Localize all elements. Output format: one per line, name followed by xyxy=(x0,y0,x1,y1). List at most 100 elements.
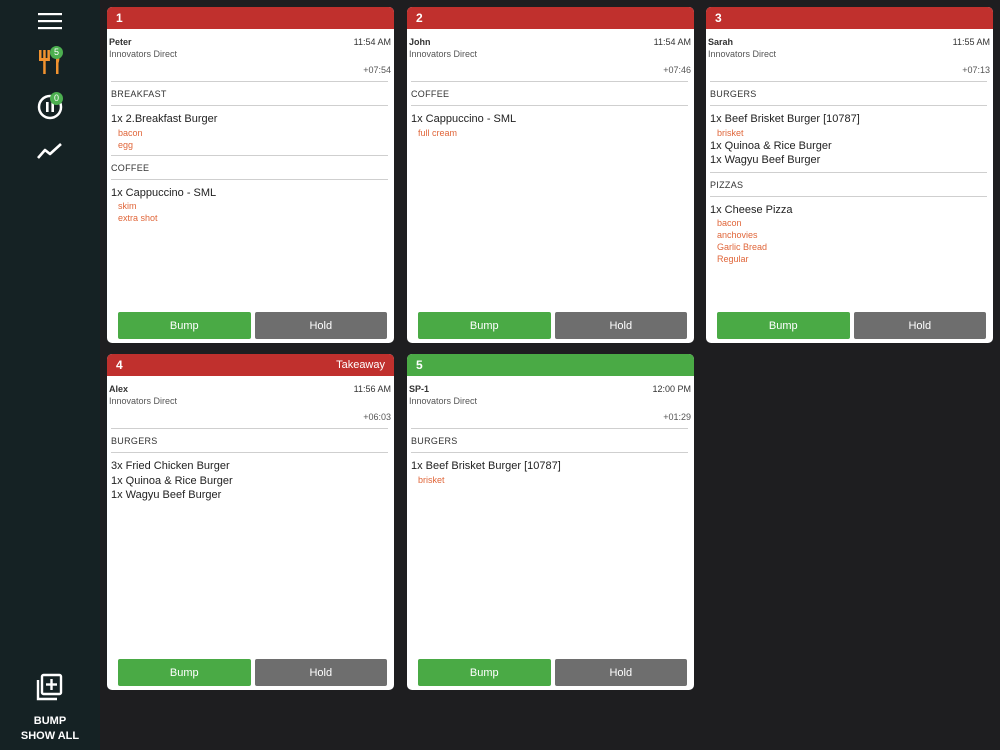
ticket-number: 5 xyxy=(416,358,423,372)
order-item[interactable]: 1x Beef Brisket Burger [10787] xyxy=(710,112,987,127)
ticket-meta: Sarah 11:55 AM Innovators Direct +07:13 xyxy=(706,29,993,81)
order-item[interactable]: 3x Fried Chicken Burger xyxy=(111,459,388,474)
item-list: 3x Fried Chicken Burger 1x Quinoa & Rice … xyxy=(111,453,388,507)
order-item[interactable]: 1x Quinoa & Rice Burger xyxy=(710,139,987,154)
customer-name: SP-1 xyxy=(409,384,430,394)
item-modifier: extra shot xyxy=(118,213,158,223)
section-title: COFFEE xyxy=(411,82,688,106)
hold-button[interactable]: Hold xyxy=(853,312,986,339)
section-title: PIZZAS xyxy=(710,173,987,197)
add-stack-icon xyxy=(36,673,63,701)
ticket-header[interactable]: 1 xyxy=(107,7,394,29)
item-list: 1x Cappuccino - SML full cream xyxy=(411,106,688,143)
company-name: Innovators Direct xyxy=(708,49,777,59)
order-item[interactable]: 1x Cheese Pizza xyxy=(710,203,987,218)
order-item[interactable]: 1x Cappuccino - SML xyxy=(411,112,688,127)
orders-count-badge: 5 xyxy=(50,46,63,59)
show-all-label[interactable]: SHOW ALL xyxy=(0,730,100,742)
elapsed-time: +06:03 xyxy=(363,412,391,422)
order-section: PIZZAS 1x Cheese Pizza bacon anchovies Garli… xyxy=(710,171,987,270)
order-time: 12:00 PM xyxy=(652,384,691,394)
elapsed-time: +01:29 xyxy=(663,412,691,422)
ticket-number: 2 xyxy=(416,11,423,25)
bump-button[interactable]: Bump xyxy=(717,312,850,339)
stats-nav-button[interactable] xyxy=(30,133,70,169)
company-name: Innovators Direct xyxy=(109,396,178,406)
item-modifier: brisket xyxy=(418,474,445,485)
order-section: COFFEE 1x Cappuccino - SML full cream xyxy=(411,81,688,143)
ticket-actions: Bump Hold xyxy=(418,659,687,686)
ticket-body: BREAKFAST 1x 2.Breakfast Burger bacon egg CO… xyxy=(107,81,394,228)
order-section: COFFEE 1x Cappuccino - SML skim extra shot xyxy=(111,154,388,229)
order-type-tag: Takeaway xyxy=(336,359,385,371)
item-modifier: anchovies xyxy=(717,230,758,240)
elapsed-time: +07:13 xyxy=(962,65,990,75)
order-item[interactable]: 1x 2.Breakfast Burger xyxy=(111,112,388,127)
ticket-body: BURGERS 1x Beef Brisket Burger [10787] bri… xyxy=(706,81,993,269)
hold-button[interactable]: Hold xyxy=(554,312,687,339)
hold-button[interactable]: Hold xyxy=(254,312,387,339)
ticket-header[interactable]: 4 Takeaway xyxy=(107,354,394,376)
order-ticket: 4 Takeaway Alex 11:56 AM Innovators Direct +0… xyxy=(107,354,394,690)
section-title: BURGERS xyxy=(111,429,388,453)
company-name: Innovators Direct xyxy=(409,49,478,59)
orders-nav-button[interactable]: 5 xyxy=(30,44,70,80)
item-modifier: skim xyxy=(118,201,137,211)
order-item[interactable]: 1x Quinoa & Rice Burger xyxy=(111,474,388,489)
ticket-body: COFFEE 1x Cappuccino - SML full cream xyxy=(407,81,694,143)
item-list: 1x Beef Brisket Burger [10787] brisket 1x … xyxy=(710,106,987,172)
ticket-header[interactable]: 5 xyxy=(407,354,694,376)
order-ticket: 1 Peter 11:54 AM Innovators Direct +07:54 BRE… xyxy=(107,7,394,343)
bump-show-all-button[interactable] xyxy=(30,669,70,705)
elapsed-time: +07:54 xyxy=(363,65,391,75)
order-section: BURGERS 1x Beef Brisket Burger [10787] bri… xyxy=(411,428,688,490)
item-modifier: brisket xyxy=(717,127,744,138)
ticket-meta: SP-1 12:00 PM Innovators Direct +01:29 xyxy=(407,376,694,428)
bump-button[interactable]: Bump xyxy=(418,312,551,339)
company-name: Innovators Direct xyxy=(109,49,178,59)
ticket-meta: Alex 11:56 AM Innovators Direct +06:03 xyxy=(107,376,394,428)
hold-button[interactable]: Hold xyxy=(254,659,387,686)
bump-button[interactable]: Bump xyxy=(118,659,251,686)
order-time: 11:54 AM xyxy=(653,37,691,47)
ticket-number: 1 xyxy=(116,11,123,25)
ticket-body: BURGERS 3x Fried Chicken Burger 1x Quinoa … xyxy=(107,428,394,507)
ticket-meta: Peter 11:54 AM Innovators Direct +07:54 xyxy=(107,29,394,81)
order-item[interactable]: 1x Beef Brisket Burger [10787] xyxy=(411,459,688,474)
bump-button[interactable]: Bump xyxy=(118,312,251,339)
sidebar: 5 0 BUMP SHOW ALL xyxy=(0,0,100,750)
order-time: 11:55 AM xyxy=(952,37,990,47)
ticket-header[interactable]: 3 xyxy=(706,7,993,29)
item-modifier: bacon xyxy=(118,127,143,138)
ticket-meta: John 11:54 AM Innovators Direct +07:46 xyxy=(407,29,694,81)
ticket-actions: Bump Hold xyxy=(717,312,986,339)
section-title: COFFEE xyxy=(111,156,388,180)
item-modifier: egg xyxy=(118,139,134,150)
section-title: BURGERS xyxy=(411,429,688,453)
elapsed-time: +07:46 xyxy=(663,65,691,75)
item-modifier: bacon xyxy=(717,218,742,228)
order-ticket: 2 John 11:54 AM Innovators Direct +07:46 COFF… xyxy=(407,7,694,343)
customer-name: Peter xyxy=(109,37,132,47)
ticket-body: BURGERS 1x Beef Brisket Burger [10787] bri… xyxy=(407,428,694,490)
item-list: 1x Beef Brisket Burger [10787] brisket xyxy=(411,453,688,490)
item-modifier: full cream xyxy=(418,127,458,138)
order-item[interactable]: 1x Wagyu Beef Burger xyxy=(710,153,987,168)
order-section: BURGERS 1x Beef Brisket Burger [10787] bri… xyxy=(710,81,987,172)
bump-button[interactable]: Bump xyxy=(418,659,551,686)
bump-label[interactable]: BUMP xyxy=(0,715,100,727)
hold-nav-button[interactable]: 0 xyxy=(30,88,70,124)
item-modifier: Regular xyxy=(717,254,749,264)
order-item[interactable]: 1x Cappuccino - SML xyxy=(111,186,388,201)
order-item[interactable]: 1x Wagyu Beef Burger xyxy=(111,488,388,503)
hamburger-menu-icon[interactable] xyxy=(30,3,70,39)
ticket-number: 3 xyxy=(715,11,722,25)
ticket-number: 4 xyxy=(116,358,123,372)
hold-button[interactable]: Hold xyxy=(554,659,687,686)
ticket-header[interactable]: 2 xyxy=(407,7,694,29)
customer-name: John xyxy=(409,37,431,47)
hold-count-badge: 0 xyxy=(50,92,63,105)
section-title: BURGERS xyxy=(710,82,987,106)
item-list: 1x Cheese Pizza bacon anchovies Garlic Brea… xyxy=(710,197,987,270)
ticket-actions: Bump Hold xyxy=(118,659,387,686)
